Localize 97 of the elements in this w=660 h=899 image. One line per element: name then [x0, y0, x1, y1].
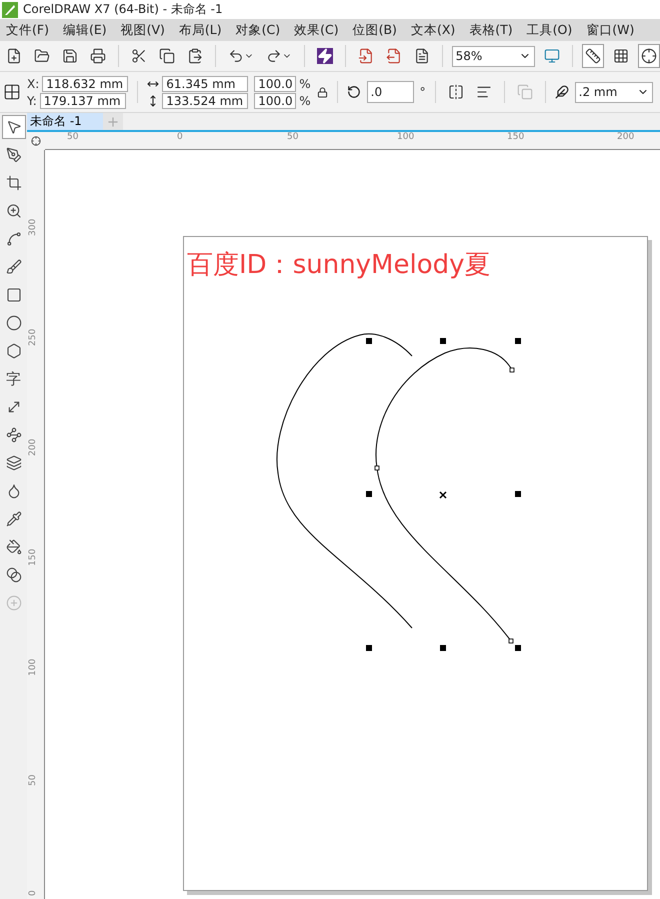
undo-icon — [228, 48, 244, 64]
ruler-number: 0 — [28, 890, 38, 896]
redo-icon — [266, 48, 282, 64]
file-export-icon — [386, 48, 402, 64]
ruler-number: 200 — [28, 438, 38, 456]
file-import-icon — [358, 48, 374, 64]
crosshair-toggle[interactable] — [638, 44, 660, 68]
ruler-number: 50 — [287, 132, 298, 142]
pick-tool[interactable] — [2, 115, 26, 139]
connector-icon — [6, 427, 22, 443]
ruler-number: 50 — [28, 774, 38, 786]
menu-item[interactable]: 布局(L) — [172, 22, 230, 38]
copy-icon — [159, 48, 175, 64]
blend-icon — [6, 567, 22, 583]
rotate-icon — [346, 85, 361, 99]
ruler-number: 150 — [507, 132, 524, 142]
selection-handle[interactable] — [515, 491, 521, 497]
pen-nib-icon — [554, 85, 569, 99]
percent-label: % — [299, 76, 311, 90]
menu-item[interactable]: 表格(T) — [463, 22, 521, 38]
add-icon — [6, 595, 22, 611]
selection-handle[interactable] — [440, 338, 446, 344]
lightning-icon — [316, 48, 333, 64]
menu-item[interactable]: 文本(X) — [404, 22, 464, 38]
align-left-icon — [476, 84, 492, 100]
menu-item[interactable]: 窗口(W) — [580, 22, 642, 38]
copy-icon — [516, 84, 533, 100]
plus-icon — [106, 114, 120, 128]
rectangle-icon — [6, 287, 22, 303]
scale-x-field[interactable]: 100.0 — [254, 76, 296, 92]
node-marker[interactable] — [510, 368, 514, 372]
selection-handle[interactable] — [515, 645, 521, 651]
menu-item[interactable]: 效果(C) — [288, 22, 347, 38]
selection-handle[interactable] — [366, 645, 372, 651]
new-file-icon — [6, 48, 22, 64]
node-marker[interactable] — [374, 466, 380, 470]
zoom-dropdown[interactable]: 58% — [452, 46, 536, 66]
ruler-number: 0 — [177, 132, 183, 142]
printer-icon — [90, 48, 106, 64]
ruler-number: 250 — [28, 328, 38, 346]
menu-item[interactable]: 工具(O) — [520, 22, 580, 38]
selection-handle[interactable] — [366, 491, 372, 497]
hexagon-icon — [6, 343, 22, 359]
ruler-toggle[interactable] — [582, 44, 604, 68]
layers-icon — [6, 455, 22, 471]
document-tab[interactable]: 未命名 -1 — [27, 113, 103, 130]
x-position-field[interactable]: 118.632 mm — [42, 76, 128, 92]
selection-handle[interactable] — [366, 338, 372, 344]
grid-icon — [613, 48, 630, 64]
selection-handle[interactable] — [440, 645, 446, 651]
y-position-field[interactable]: 179.137 mm — [40, 92, 126, 108]
ruler-origin-icon[interactable] — [31, 136, 41, 146]
percent-label: % — [299, 94, 311, 108]
y-label: Y: — [27, 94, 37, 108]
node-marker[interactable] — [508, 638, 514, 644]
clipboard-icon — [187, 48, 203, 64]
pen-nib-icon — [6, 147, 22, 163]
menu-item[interactable]: 位图(B) — [346, 22, 405, 38]
rotation-field[interactable]: .0 — [366, 81, 414, 103]
outline-width-dropdown[interactable]: .2 mm — [574, 82, 653, 102]
paint-bucket-icon — [6, 539, 22, 555]
mirror-icon — [448, 84, 464, 100]
menu-item[interactable]: 文件(F) — [0, 22, 57, 38]
height-field[interactable]: 133.524 mm — [162, 92, 248, 108]
ruler-number: 300 — [28, 218, 38, 236]
ruler-number: 100 — [397, 132, 414, 142]
center-mark-icon[interactable] — [439, 491, 447, 499]
x-label: X: — [27, 76, 40, 90]
menu-item[interactable]: 对象(C) — [230, 22, 288, 38]
document-icon — [414, 48, 430, 64]
ruler-number: 100 — [28, 658, 38, 676]
pointer-icon — [6, 119, 22, 135]
eyedropper-icon — [6, 511, 22, 527]
zoom-icon — [6, 203, 22, 219]
curve-icon — [6, 231, 22, 247]
page-text: 百度ID：sunnyMelody夏 — [187, 249, 491, 282]
degree-label: ° — [420, 85, 426, 99]
crop-icon — [6, 175, 22, 191]
scissors-icon — [131, 48, 147, 64]
ruler-number: 50 — [67, 132, 78, 142]
text-tool[interactable]: 字 — [2, 367, 26, 391]
menu-item[interactable]: 视图(V) — [114, 22, 173, 38]
width-field[interactable]: 61.345 mm — [162, 76, 248, 92]
monitor-icon — [544, 48, 560, 64]
window-title: CorelDRAW X7 (64-Bit) - 未命名 -1 — [23, 1, 223, 18]
ruler-icon — [585, 48, 602, 64]
ruler-number: 150 — [28, 548, 38, 566]
lock-icon[interactable] — [316, 86, 328, 98]
selection-handle[interactable] — [515, 338, 521, 344]
menu-item[interactable]: 编辑(E) — [56, 22, 115, 38]
ruler-number: 200 — [617, 132, 634, 142]
scale-y-field[interactable]: 100.0 — [254, 92, 296, 108]
folder-icon — [34, 48, 50, 64]
ellipse-icon — [6, 315, 22, 331]
object-origin-icon[interactable] — [3, 83, 21, 101]
brush-icon — [6, 259, 22, 275]
crosshair-icon — [641, 48, 658, 64]
